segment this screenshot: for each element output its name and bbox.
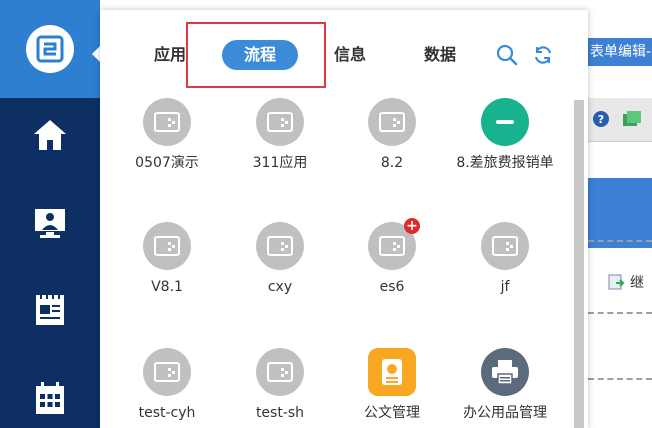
app-item[interactable]: 公文管理 (337, 348, 447, 422)
window-icon[interactable] (622, 110, 642, 128)
app-label: cxy (267, 279, 293, 295)
app-label: test-sh (255, 405, 305, 421)
background-divider (588, 312, 652, 314)
app-placeholder-icon (256, 222, 304, 270)
app-item[interactable]: + es6 (337, 218, 447, 296)
refresh-icon[interactable] (532, 44, 554, 66)
continue-label: 继 (630, 275, 644, 291)
app-label: 办公用品管理 (463, 405, 547, 421)
continue-icon (608, 274, 625, 290)
background-divider (588, 378, 652, 380)
app-item[interactable]: 0507演示 (112, 98, 222, 172)
desktop-user-icon[interactable] (32, 205, 68, 241)
app-label: 8.2 (380, 155, 404, 171)
app-label: 8.差旅费报销单 (456, 155, 554, 171)
document-icon (368, 348, 416, 396)
app-placeholder-icon: + (368, 218, 420, 270)
tab-info[interactable]: 信息 (320, 40, 380, 70)
app-placeholder-icon (481, 222, 529, 270)
continue-action[interactable]: 继 (608, 272, 644, 292)
rail-pointer-arrow (92, 46, 100, 62)
app-item[interactable]: jf (450, 222, 560, 296)
app-item[interactable]: 311应用 (225, 98, 335, 172)
app-label: 0507演示 (135, 155, 199, 171)
app-label: 公文管理 (364, 405, 420, 421)
app-item[interactable]: cxy (225, 222, 335, 296)
app-item[interactable]: V8.1 (112, 222, 222, 296)
form-edit-tab[interactable]: 表单编辑-i (588, 38, 652, 66)
tab-highlight-box (186, 22, 326, 88)
background-divider (588, 240, 652, 242)
home-icon[interactable] (32, 117, 68, 153)
scrollbar-thumb[interactable] (574, 100, 584, 428)
category-tabs: 应用 流程 信息 数据 (100, 10, 588, 94)
tab-data[interactable]: 数据 (410, 40, 470, 70)
left-nav-rail (0, 0, 100, 428)
app-label: jf (500, 279, 510, 295)
app-placeholder-icon (368, 98, 416, 146)
app-placeholder-icon (143, 348, 191, 396)
app-placeholder-icon (256, 348, 304, 396)
app-placeholder-icon (143, 222, 191, 270)
app-label: 311应用 (252, 155, 308, 171)
app-placeholder-icon (143, 98, 191, 146)
app-launcher-panel: 应用 流程 信息 数据 0507演示 311应用 8.2 8.差旅费报销单 V8… (100, 10, 588, 428)
logo-icon[interactable] (26, 25, 74, 73)
svg-text:?: ? (598, 113, 604, 126)
app-label: V8.1 (151, 279, 183, 295)
app-item[interactable]: test-cyh (112, 348, 222, 422)
news-icon[interactable] (32, 292, 68, 328)
minus-icon (481, 98, 529, 146)
app-item[interactable]: 8.2 (337, 98, 447, 172)
app-placeholder-icon (256, 98, 304, 146)
app-label: test-cyh (138, 405, 196, 421)
background-toolbar: ? (588, 98, 652, 142)
new-badge: + (404, 218, 420, 234)
search-icon[interactable] (496, 44, 518, 66)
background-app: 表单编辑-i ? 继 (588, 0, 652, 428)
app-item[interactable]: 办公用品管理 (450, 348, 560, 422)
app-item[interactable]: test-sh (225, 348, 335, 422)
app-item[interactable]: 8.差旅费报销单 (450, 98, 560, 172)
printer-icon (481, 348, 529, 396)
calendar-icon[interactable] (32, 380, 68, 416)
help-icon[interactable]: ? (592, 110, 610, 128)
app-label: es6 (379, 279, 405, 295)
panel-scrollbar[interactable] (574, 100, 584, 428)
background-selected-band (588, 178, 652, 248)
